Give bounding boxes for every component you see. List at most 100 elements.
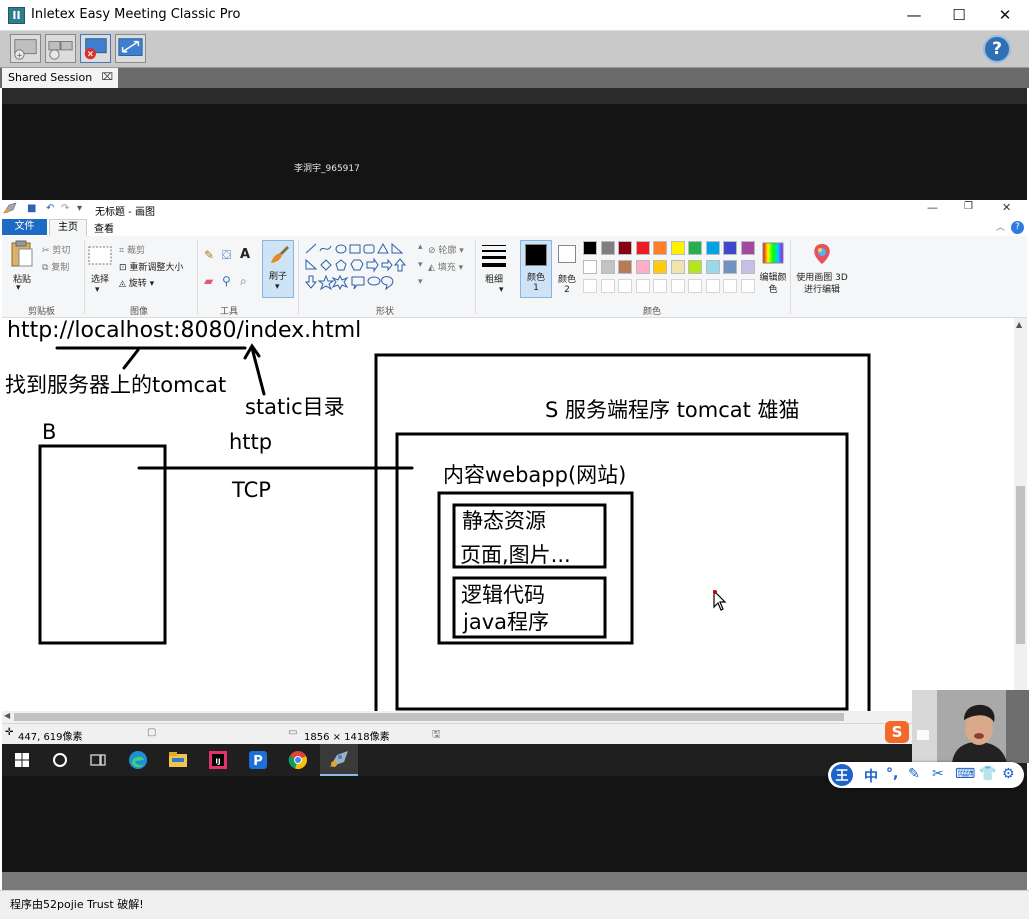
paint-close-button[interactable]: ✕ <box>1002 201 1011 214</box>
paste-dropdown-icon[interactable]: ▾ <box>16 283 21 293</box>
color2-swatch[interactable] <box>558 245 576 263</box>
paint-taskbar-icon[interactable] <box>327 748 351 772</box>
tab-view[interactable]: 查看 <box>94 220 114 235</box>
palette-swatch[interactable] <box>688 260 702 274</box>
palette-swatch[interactable] <box>740 260 755 274</box>
select-button[interactable]: 选择 <box>90 272 110 285</box>
shapes-scroll-up-icon[interactable]: ▴ <box>418 242 423 252</box>
edit-colors-button[interactable]: 编辑颜色 <box>758 272 788 296</box>
palette-swatch[interactable] <box>723 260 737 274</box>
add-board-icon[interactable]: + <box>10 34 41 63</box>
palette-swatch[interactable] <box>618 241 632 255</box>
ime-chinese-mode[interactable]: 中 <box>864 766 878 786</box>
copy-button[interactable]: ⧉ 复制 <box>42 260 69 273</box>
help-icon[interactable]: ? <box>983 35 1011 63</box>
redo-icon[interactable]: ↷ <box>61 203 69 214</box>
tab-file[interactable]: 文件 <box>2 219 47 235</box>
horizontal-scroll-thumb[interactable] <box>14 713 844 721</box>
custom-color-slot[interactable] <box>723 279 737 293</box>
line-width-dropdown-icon[interactable]: ▾ <box>499 285 504 295</box>
custom-color-slot[interactable] <box>583 279 597 293</box>
select-dropdown-icon[interactable]: ▾ <box>95 285 100 295</box>
cortana-search-icon[interactable] <box>48 748 72 772</box>
ime-keyboard-icon[interactable]: ⌨ <box>955 766 975 782</box>
select-icon[interactable] <box>88 246 112 266</box>
custom-color-slot[interactable] <box>688 279 702 293</box>
p-app-icon[interactable]: P <box>246 748 270 772</box>
paste-button[interactable]: 粘贴 <box>8 272 36 285</box>
canvas-horizontal-scrollbar[interactable]: ◀ <box>2 711 1014 723</box>
cut-button[interactable]: ✂ 剪切 <box>42 243 70 256</box>
shapes-scroll-down-icon[interactable]: ▾ <box>418 260 423 270</box>
line-width-icon[interactable] <box>481 242 507 268</box>
eraser-icon[interactable]: ▰ <box>204 274 213 288</box>
tab-close-icon[interactable]: ⌧ <box>101 68 113 87</box>
paste-icon[interactable] <box>10 240 34 268</box>
palette-swatch[interactable] <box>635 241 650 255</box>
palette-swatch[interactable] <box>705 241 720 255</box>
paint-canvas[interactable]: http://localhost:8080/index.html 找到服务器上的… <box>2 318 1014 711</box>
minimize-button[interactable]: — <box>891 0 937 31</box>
color2-button[interactable]: 颜色 2 <box>555 272 579 295</box>
pencil-icon[interactable]: ✎ <box>204 248 214 262</box>
task-view-icon[interactable] <box>86 748 110 772</box>
ime-handwriting-icon[interactable]: ✎ <box>908 766 920 782</box>
edge-browser-icon[interactable] <box>126 748 150 772</box>
edit-colors-icon[interactable] <box>762 242 784 264</box>
stop-share-icon[interactable]: × <box>80 34 111 63</box>
custom-color-slot[interactable] <box>740 279 755 293</box>
line-width-button[interactable]: 粗细 <box>483 272 505 285</box>
paint-minimize-button[interactable]: — <box>927 201 938 214</box>
palette-swatch[interactable] <box>600 260 615 274</box>
palette-swatch[interactable] <box>653 241 667 255</box>
quick-access-dropdown-icon[interactable]: ▾ <box>77 203 82 214</box>
outline-button[interactable]: ⊘ 轮廓 ▾ <box>428 243 464 256</box>
undo-icon[interactable]: ↶ <box>46 203 54 214</box>
shapes-expand-icon[interactable]: ▾ <box>418 277 423 287</box>
fill-bucket-icon[interactable]: ⛋ <box>222 248 231 263</box>
palette-swatch[interactable] <box>670 241 685 255</box>
palette-swatch[interactable] <box>740 241 755 255</box>
paint-help-icon[interactable]: ? <box>1011 221 1024 234</box>
palette-swatch[interactable] <box>723 241 737 255</box>
custom-color-slot[interactable] <box>618 279 632 293</box>
edit-with-paint3d-button[interactable]: 使用画图 3D 进行编辑 <box>795 272 849 296</box>
maximize-button[interactable]: ☐ <box>936 0 982 31</box>
fullscreen-icon[interactable] <box>115 34 146 63</box>
resize-button[interactable]: ⊡ 重新调整大小 <box>119 260 183 273</box>
vertical-scroll-thumb[interactable] <box>1016 486 1025 644</box>
ime-punctuation-icon[interactable]: °, <box>886 766 898 782</box>
text-tool-icon[interactable]: A <box>240 247 250 262</box>
palette-swatch[interactable] <box>688 241 702 255</box>
custom-color-slot[interactable] <box>705 279 720 293</box>
custom-color-slot[interactable] <box>670 279 685 293</box>
windows-start-icon[interactable] <box>10 748 34 772</box>
palette-swatch[interactable] <box>618 260 632 274</box>
crop-button[interactable]: ⌗ 裁剪 <box>119 243 145 256</box>
shapes-gallery[interactable] <box>304 242 418 292</box>
canvas-vertical-scrollbar[interactable]: ▲ <box>1014 318 1027 711</box>
color-palette[interactable] <box>583 241 759 297</box>
palette-swatch[interactable] <box>583 241 597 255</box>
chrome-browser-icon[interactable] <box>286 748 310 772</box>
custom-color-slot[interactable] <box>600 279 615 293</box>
ime-screenshot-icon[interactable]: ✂ <box>932 766 944 782</box>
sogou-ime-logo-icon[interactable]: S <box>884 720 910 744</box>
close-button[interactable]: ✕ <box>982 0 1028 31</box>
paint3d-icon[interactable] <box>810 242 834 266</box>
tab-shared-session[interactable]: Shared Session ⌧ <box>2 68 118 88</box>
rotate-button[interactable]: ◬ 旋转 ▾ <box>119 276 154 289</box>
save-icon[interactable]: ■ <box>27 203 36 214</box>
ime-logo-icon[interactable]: 王 <box>830 763 854 787</box>
palette-swatch[interactable] <box>670 260 685 274</box>
ime-settings-icon[interactable]: ⚙ <box>1002 766 1015 782</box>
palette-swatch[interactable] <box>635 260 650 274</box>
ime-skin-icon[interactable]: 👕 <box>979 766 996 782</box>
scroll-up-icon[interactable]: ▲ <box>1016 320 1022 329</box>
brush-button[interactable]: 刷子 ▾ <box>262 240 294 298</box>
custom-color-slot[interactable] <box>635 279 650 293</box>
custom-color-slot[interactable] <box>653 279 667 293</box>
color1-button[interactable]: 颜色 1 <box>520 240 552 298</box>
scroll-left-icon[interactable]: ◀ <box>4 711 10 720</box>
magnifier-icon[interactable]: ⌕ <box>240 274 247 289</box>
